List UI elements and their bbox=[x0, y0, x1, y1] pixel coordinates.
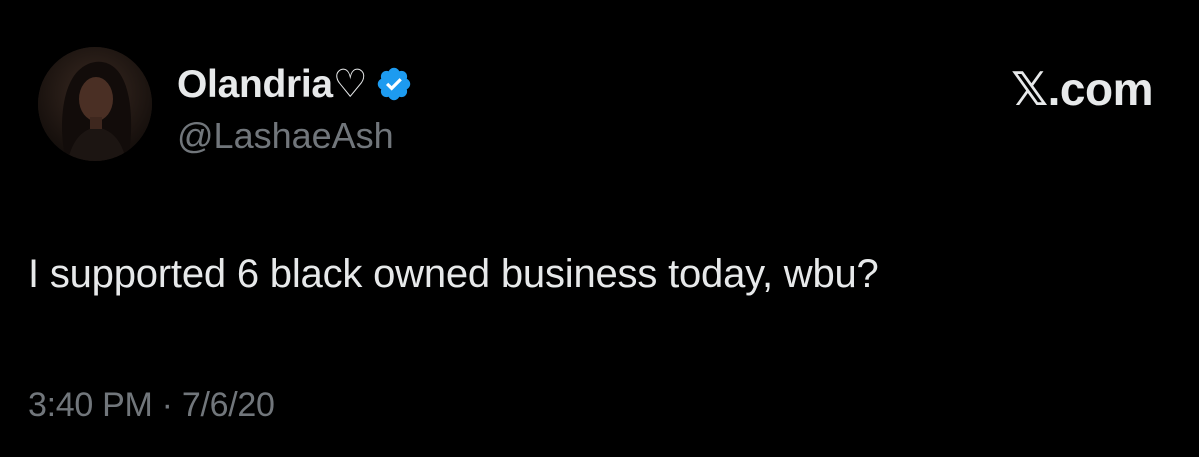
avatar[interactable] bbox=[38, 47, 152, 161]
tweet-timestamp[interactable]: 3:40 PM · 7/6/20 bbox=[28, 386, 275, 425]
verified-badge-icon bbox=[375, 65, 413, 103]
x-brand-watermark: 𝕏.com bbox=[1011, 63, 1153, 115]
tweet-text: I supported 6 black owned business today… bbox=[28, 252, 879, 296]
profile-photo bbox=[38, 47, 152, 161]
author-handle[interactable]: @LashaeAsh bbox=[177, 115, 394, 157]
author-name-row: Olandria♡ bbox=[177, 60, 413, 108]
display-name[interactable]: Olandria♡ bbox=[177, 62, 368, 107]
